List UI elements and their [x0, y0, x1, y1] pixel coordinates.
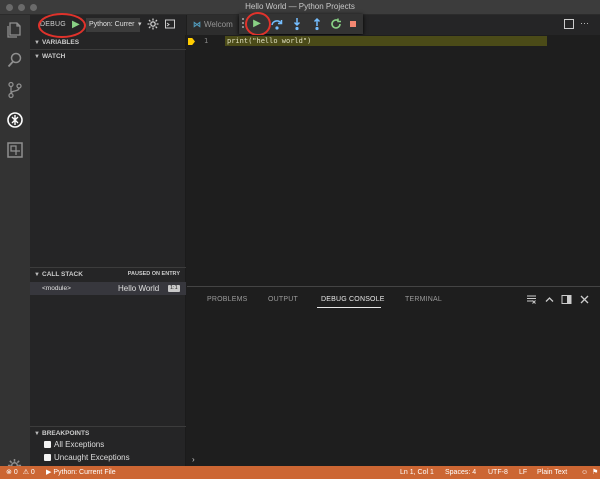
chevron-down-icon: ▾	[138, 21, 142, 28]
debug-config-status[interactable]: ▶ Python: Current File	[46, 466, 116, 479]
panel-position-icon[interactable]	[561, 294, 572, 305]
debug-sidebar: DEBUG ▶ Python: Currer ▾ ▼ VARIABLES ▼ WAT…	[30, 13, 186, 466]
files-icon[interactable]	[6, 21, 24, 39]
source-control-icon[interactable]	[6, 81, 24, 99]
debug-view-toolbar: DEBUG ▶ Python: Currer ▾	[30, 13, 186, 38]
chevron-up-icon[interactable]	[544, 294, 555, 305]
stack-frame-row[interactable]: <module> Hello World 1:1	[30, 282, 186, 295]
paused-status: PAUSED ON ENTRY	[127, 271, 180, 277]
launch-configuration-select[interactable]: Python: Currer	[86, 18, 140, 32]
call-stack-section-header[interactable]: ▼ CALL STACK PAUSED ON ENTRY	[30, 268, 186, 281]
bottom-panel: PROBLEMS OUTPUT DEBUG CONSOLE TERMINAL ›	[187, 286, 600, 466]
open-console-icon[interactable]	[165, 19, 175, 29]
annotation-circle	[38, 13, 86, 38]
title-bar: Hello World — Python Projects	[0, 0, 600, 15]
stop-icon[interactable]	[346, 17, 360, 31]
variables-section-header[interactable]: ▼ VARIABLES	[30, 36, 186, 49]
tab-problems[interactable]: PROBLEMS	[207, 296, 248, 303]
checkbox[interactable]	[44, 454, 51, 461]
stack-frame-position: 1:1	[168, 285, 180, 292]
chevron-down-icon: ▼	[34, 272, 40, 278]
configure-gear-icon[interactable]	[147, 18, 159, 30]
restart-icon[interactable]	[329, 17, 343, 31]
cursor-position[interactable]: Ln 1, Col 1	[400, 466, 434, 479]
active-tab-indicator	[317, 307, 381, 308]
paused-line-arrow-icon	[188, 38, 195, 45]
step-out-icon[interactable]	[310, 17, 324, 31]
activity-bar	[0, 15, 30, 473]
warning-icon: ⚠	[22, 469, 29, 476]
error-icon: ⊗	[6, 469, 12, 476]
close-icon[interactable]	[579, 294, 590, 305]
breakpoint-all-exceptions[interactable]: All Exceptions	[44, 439, 104, 451]
chevron-down-icon: ▼	[34, 431, 40, 437]
status-bar: ⊗ 0 ⚠ 0 ▶ Python: Current File Ln 1, Col…	[0, 466, 600, 479]
line-number: 1	[204, 37, 209, 45]
play-icon: ▶	[46, 469, 52, 476]
indentation-status[interactable]: Spaces: 4	[445, 466, 476, 479]
split-editor-icon[interactable]	[564, 19, 574, 29]
clear-console-icon[interactable]	[526, 294, 537, 305]
watch-section-header[interactable]: ▼ WATCH	[30, 50, 186, 63]
checkbox[interactable]	[44, 441, 51, 448]
step-into-icon[interactable]	[290, 17, 304, 31]
tab-debug-console[interactable]: DEBUG CONSOLE	[321, 296, 385, 303]
eol-status[interactable]: LF	[519, 466, 527, 479]
chevron-down-icon: ▼	[34, 54, 40, 60]
more-actions-icon[interactable]: ···	[580, 18, 589, 28]
window-title: Hello World — Python Projects	[245, 2, 355, 11]
debug-icon[interactable]	[6, 111, 24, 129]
debug-floating-toolbar: ▶	[239, 12, 363, 36]
breakpoint-uncaught-exceptions[interactable]: Uncaught Exceptions	[44, 452, 130, 464]
vscode-file-icon: ⋈	[193, 20, 201, 29]
code-editor[interactable]: 1 print("hello world")	[187, 35, 600, 285]
step-over-icon[interactable]	[270, 17, 284, 31]
code-line: print("hello world")	[227, 37, 312, 45]
extensions-icon[interactable]	[6, 141, 24, 159]
annotation-circle	[245, 12, 271, 36]
tab-output[interactable]: OUTPUT	[268, 296, 298, 303]
tab-welcome[interactable]: ⋈ Welcom	[187, 15, 245, 35]
search-icon[interactable]	[6, 51, 24, 69]
console-prompt[interactable]: ›	[192, 455, 195, 464]
problems-status[interactable]: ⊗ 0 ⚠ 0	[6, 466, 35, 479]
stack-frame-function: <module>	[42, 285, 71, 292]
notifications-icon[interactable]: ⚑	[592, 466, 598, 479]
language-mode-status[interactable]: Plain Text	[537, 466, 567, 479]
feedback-icon[interactable]: ☺	[581, 466, 588, 479]
stack-frame-file: Hello World	[118, 284, 160, 293]
tab-terminal[interactable]: TERMINAL	[405, 296, 442, 303]
encoding-status[interactable]: UTF-8	[488, 466, 508, 479]
